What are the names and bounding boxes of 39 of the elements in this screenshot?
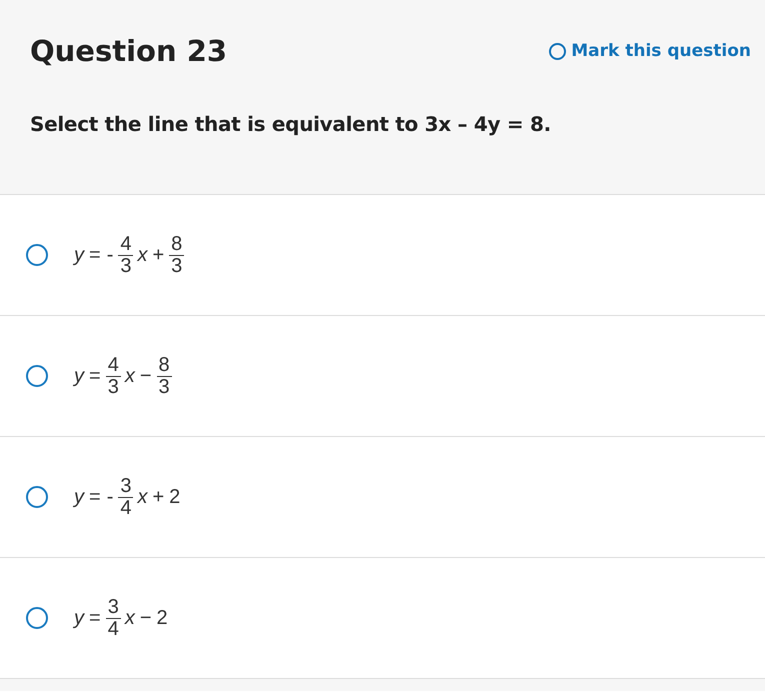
radio-button[interactable]: [26, 607, 48, 629]
fraction-denominator: 3: [106, 376, 120, 398]
fraction-numerator: 4: [118, 234, 134, 256]
math-operator: −: [138, 364, 152, 388]
math-operator: -: [106, 244, 114, 266]
math-operator: =: [88, 244, 102, 266]
mark-question-button[interactable]: Mark this question: [549, 41, 751, 61]
fraction-numerator: 8: [169, 234, 184, 256]
math-operator: =: [88, 606, 102, 630]
math-variable: y: [72, 364, 86, 388]
fraction-denominator: 3: [170, 256, 184, 276]
fraction-denominator: 4: [106, 618, 120, 640]
math-operator: -: [106, 486, 114, 508]
math-operator: +: [151, 486, 166, 508]
math-number: 2: [168, 486, 182, 508]
math-operator: =: [88, 486, 102, 508]
fraction-numerator: 3: [118, 476, 134, 498]
math-variable: x: [123, 606, 136, 630]
question-prompt: Select the line that is equivalent to 3x – 4y = 8.: [30, 112, 552, 136]
math-operator: −: [138, 606, 152, 630]
math-variable: x: [136, 486, 149, 508]
fraction-denominator: 3: [119, 256, 132, 276]
fraction-denominator: 4: [119, 498, 132, 518]
math-operator: =: [88, 364, 102, 388]
math-operator: +: [151, 244, 166, 266]
radio-button[interactable]: [26, 486, 48, 508]
radio-button[interactable]: [26, 244, 48, 266]
math-number: 2: [156, 606, 169, 630]
math-variable: x: [123, 364, 136, 388]
radio-button[interactable]: [26, 365, 48, 387]
question-title: Question 23: [30, 34, 228, 68]
fraction-denominator: 3: [158, 376, 171, 398]
math-variable: y: [72, 244, 86, 266]
fraction-numerator: 3: [106, 596, 121, 618]
math-variable: y: [72, 486, 86, 508]
fraction-numerator: 8: [156, 354, 172, 376]
fraction-numerator: 4: [106, 354, 121, 376]
math-variable: y: [72, 606, 86, 630]
math-variable: x: [136, 244, 149, 266]
